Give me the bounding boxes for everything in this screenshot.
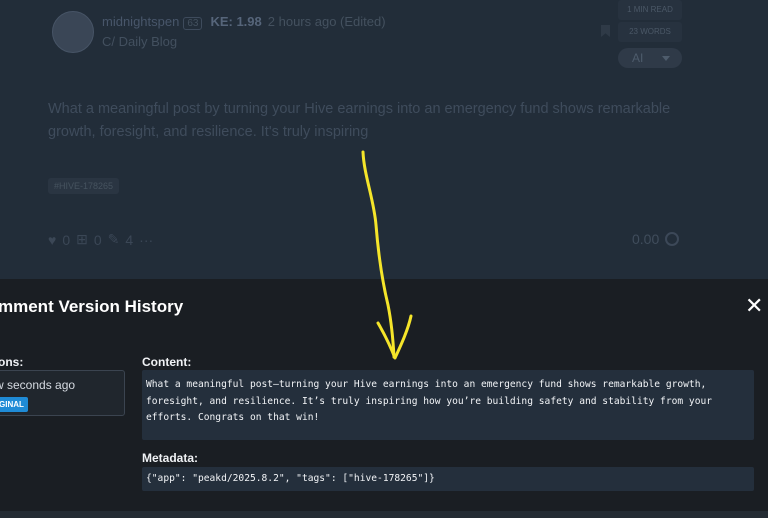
post-author-line: midnightspen 63 KE: 1.98 2 hours ago (Edite… bbox=[102, 14, 386, 30]
content-text: What a meaningful post—turning your Hive… bbox=[142, 370, 754, 440]
payout-value: 0.00 bbox=[632, 231, 660, 247]
metadata-label: Metadata: bbox=[142, 451, 199, 465]
comment-icon[interactable]: ✎ bbox=[108, 231, 120, 248]
word-count-pill: 23 WORDS bbox=[618, 22, 682, 42]
ai-dropdown[interactable]: AI bbox=[618, 48, 682, 68]
heart-icon[interactable]: ♥ bbox=[48, 232, 56, 248]
version-time: w seconds ago bbox=[0, 378, 76, 392]
ke-ratio: KE: 1.98 bbox=[210, 14, 262, 29]
original-badge: GINAL bbox=[0, 397, 28, 412]
author-name[interactable]: midnightspen bbox=[102, 14, 179, 29]
reblog-count: 0 bbox=[93, 231, 102, 248]
background-post: midnightspen 63 KE: 1.98 2 hours ago (Edite… bbox=[0, 0, 768, 280]
versions-label: ons: bbox=[0, 355, 24, 369]
read-time-pill: 1 MIN READ bbox=[618, 0, 682, 20]
modal-title: mment Version History bbox=[0, 297, 184, 316]
post-actions: ♥ 0 ⊞ 0 ✎ 4 ··· bbox=[48, 231, 153, 248]
reputation-badge: 63 bbox=[183, 17, 203, 30]
reblog-icon[interactable]: ⊞ bbox=[76, 231, 88, 248]
version-item[interactable]: w seconds ago GINAL bbox=[0, 370, 125, 416]
payout[interactable]: 0.00 bbox=[632, 231, 680, 247]
metadata-text: {"app": "peakd/2025.8.2", "tags": ["hive… bbox=[142, 467, 754, 491]
avatar[interactable] bbox=[52, 11, 94, 53]
post-time: 2 hours ago (Edited) bbox=[267, 14, 386, 29]
vote-count: 0 bbox=[62, 231, 71, 248]
post-tag[interactable]: #HIVE-178265 bbox=[48, 178, 120, 194]
payout-icon bbox=[665, 232, 680, 246]
version-history-modal: mment Version History ✕ ons: w seconds a… bbox=[0, 279, 768, 518]
modal-footer bbox=[0, 511, 768, 518]
comment-count: 4 bbox=[125, 231, 134, 248]
community-link[interactable]: C/ Daily Blog bbox=[102, 34, 177, 49]
bookmark-icon[interactable] bbox=[601, 25, 610, 37]
close-icon[interactable]: ✕ bbox=[745, 295, 763, 317]
content-label: Content: bbox=[142, 355, 192, 369]
more-options-icon[interactable]: ··· bbox=[139, 232, 153, 248]
post-body: What a meaningful post by turning your H… bbox=[48, 101, 671, 140]
